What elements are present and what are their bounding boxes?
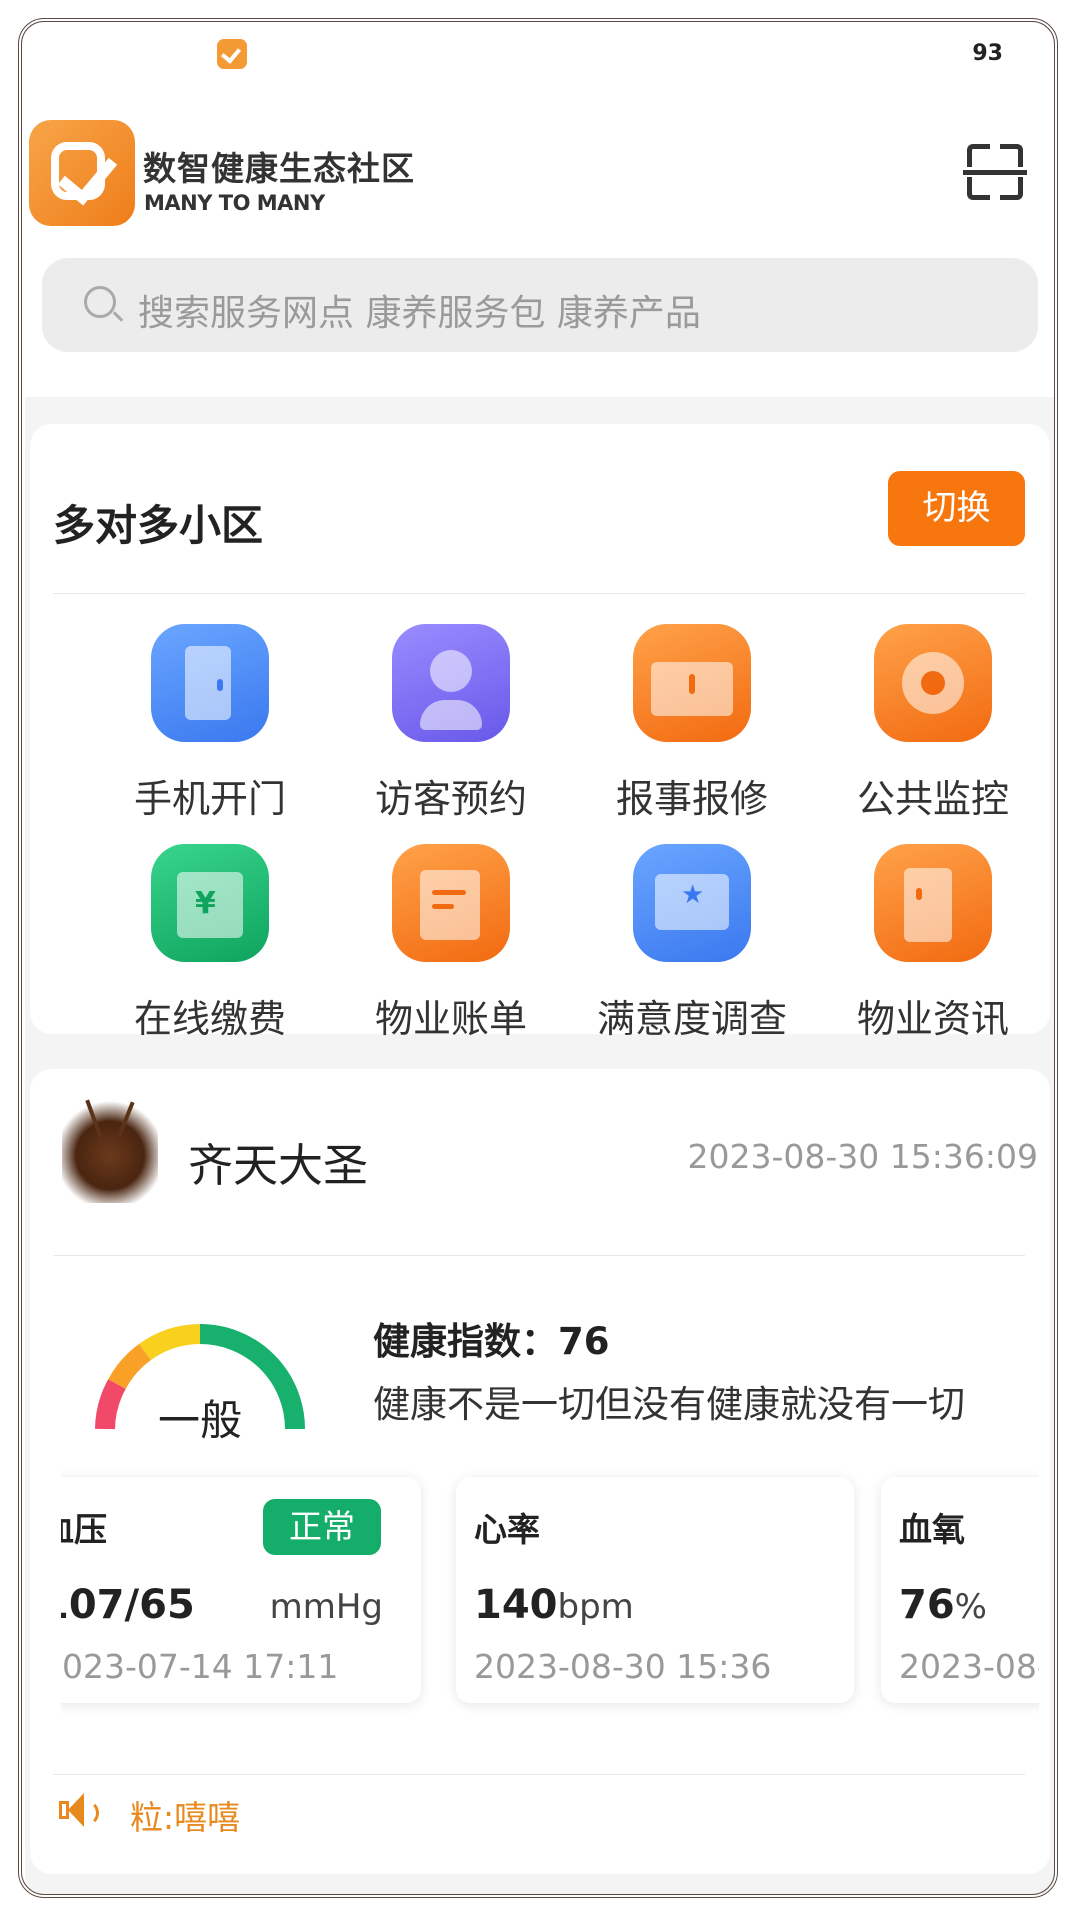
gauge-label: 一般 xyxy=(157,1396,242,1445)
brand-subtitle: MANY TO MANY xyxy=(144,191,325,215)
service-payment[interactable]: ¥ 在线缴费 xyxy=(96,844,296,1044)
switch-community-button[interactable]: 切换 xyxy=(888,471,1025,546)
vital-unit: % xyxy=(954,1587,987,1627)
payment-icon: ¥ xyxy=(151,844,269,962)
service-door[interactable]: 手机开门 xyxy=(96,624,296,824)
service-label: 手机开门 xyxy=(133,777,286,821)
avatar[interactable] xyxy=(62,1097,158,1203)
search-icon xyxy=(84,286,116,318)
health-index-value: 76 xyxy=(558,1320,610,1363)
vital-card-heart-rate[interactable]: 心率 140bpm 2023-08-30 15:36 xyxy=(456,1477,854,1703)
service-monitor[interactable]: 公共监控 xyxy=(819,624,1019,824)
vital-value: 107/65 xyxy=(61,1582,195,1628)
app-screen: 93 数智健康生态社区 MANY TO MANY 搜索服务网点 康养服务包 康养… xyxy=(25,25,1055,1895)
vital-card-blood-oxygen[interactable]: 血氧 76% 2023-08-30 xyxy=(881,1477,1039,1703)
service-survey[interactable]: ★ 满意度调查 xyxy=(578,844,787,1044)
vitals-carousel[interactable]: 血压 正常 107/65 mmHg 2023-07-14 17:11 心率 14… xyxy=(61,1469,1039,1729)
service-label: 报事报修 xyxy=(615,777,768,821)
service-visitor[interactable]: 访客预约 xyxy=(337,624,537,824)
vital-date: 2023-07-14 17:11 xyxy=(61,1647,339,1686)
camera-icon xyxy=(874,624,992,742)
service-label: 物业资讯 xyxy=(856,997,1009,1041)
vital-value: 140 xyxy=(474,1582,558,1628)
health-gauge: 一般 xyxy=(95,1324,305,1445)
battery-level: 93 xyxy=(972,41,1003,66)
vital-unit: bpm xyxy=(557,1587,634,1627)
checkmark-app-icon xyxy=(217,39,247,69)
vital-name: 血氧 xyxy=(899,1510,965,1549)
vital-date: 2023-08-30 15:36 xyxy=(474,1647,772,1686)
service-label: 物业账单 xyxy=(374,997,527,1041)
speaker-icon xyxy=(59,1791,103,1831)
service-label: 公共监控 xyxy=(856,777,1009,821)
vital-unit: mmHg xyxy=(269,1587,383,1627)
news-icon xyxy=(874,844,992,962)
survey-icon: ★ xyxy=(633,844,751,962)
health-slogan: 健康不是一切但没有健康就没有一切 xyxy=(373,1383,965,1426)
health-index-label: 健康指数： xyxy=(373,1320,558,1363)
vital-reading: 76% xyxy=(899,1582,987,1628)
divider xyxy=(53,1255,1025,1256)
scan-icon[interactable] xyxy=(963,144,1027,200)
service-bill[interactable]: 物业账单 xyxy=(337,844,537,1044)
health-card: 齐天大圣 2023-08-30 15:36:09 一般 健康指数：76 健康不是… xyxy=(30,1069,1050,1874)
divider xyxy=(53,593,1025,594)
vital-name: 心率 xyxy=(474,1510,540,1549)
brand-title: 数智健康生态社区 xyxy=(143,149,415,188)
search-bar[interactable]: 搜索服务网点 康养服务包 康养产品 xyxy=(42,258,1038,352)
bill-icon xyxy=(392,844,510,962)
divider xyxy=(53,1774,1025,1775)
vital-date: 2023-08-30 xyxy=(899,1647,1039,1686)
door-icon xyxy=(151,624,269,742)
user-name: 齐天大圣 xyxy=(188,1139,369,1192)
community-card: 多对多小区 切换 手机开门 访客预约 报事报修 公共监控 ¥ 在线缴费 物业账单… xyxy=(30,424,1050,1041)
vital-card-blood-pressure[interactable]: 血压 正常 107/65 mmHg 2023-07-14 17:11 xyxy=(61,1477,421,1703)
checkbox-logo-icon xyxy=(29,120,135,226)
toolbox-icon xyxy=(633,624,751,742)
status-badge: 正常 xyxy=(263,1499,381,1555)
vital-name: 血压 xyxy=(61,1510,107,1549)
service-label: 满意度调查 xyxy=(596,997,787,1041)
vital-reading: 140bpm xyxy=(474,1582,634,1628)
notice-text[interactable]: 粒:嘻嘻 xyxy=(130,1791,240,1839)
visitor-icon xyxy=(392,624,510,742)
community-name: 多对多小区 xyxy=(53,501,264,550)
health-index: 健康指数：76 xyxy=(373,1311,610,1365)
service-news[interactable]: 物业资讯 xyxy=(819,844,1019,1044)
service-repair[interactable]: 报事报修 xyxy=(578,624,778,824)
search-placeholder: 搜索服务网点 康养服务包 康养产品 xyxy=(138,293,701,334)
status-bar: 93 xyxy=(25,25,1055,85)
service-label: 访客预约 xyxy=(374,777,527,821)
service-label: 在线缴费 xyxy=(133,997,286,1041)
health-timestamp: 2023-08-30 15:36:09 xyxy=(687,1137,1038,1176)
vital-value: 76 xyxy=(899,1582,955,1628)
app-header: 数智健康生态社区 MANY TO MANY xyxy=(25,95,1055,235)
